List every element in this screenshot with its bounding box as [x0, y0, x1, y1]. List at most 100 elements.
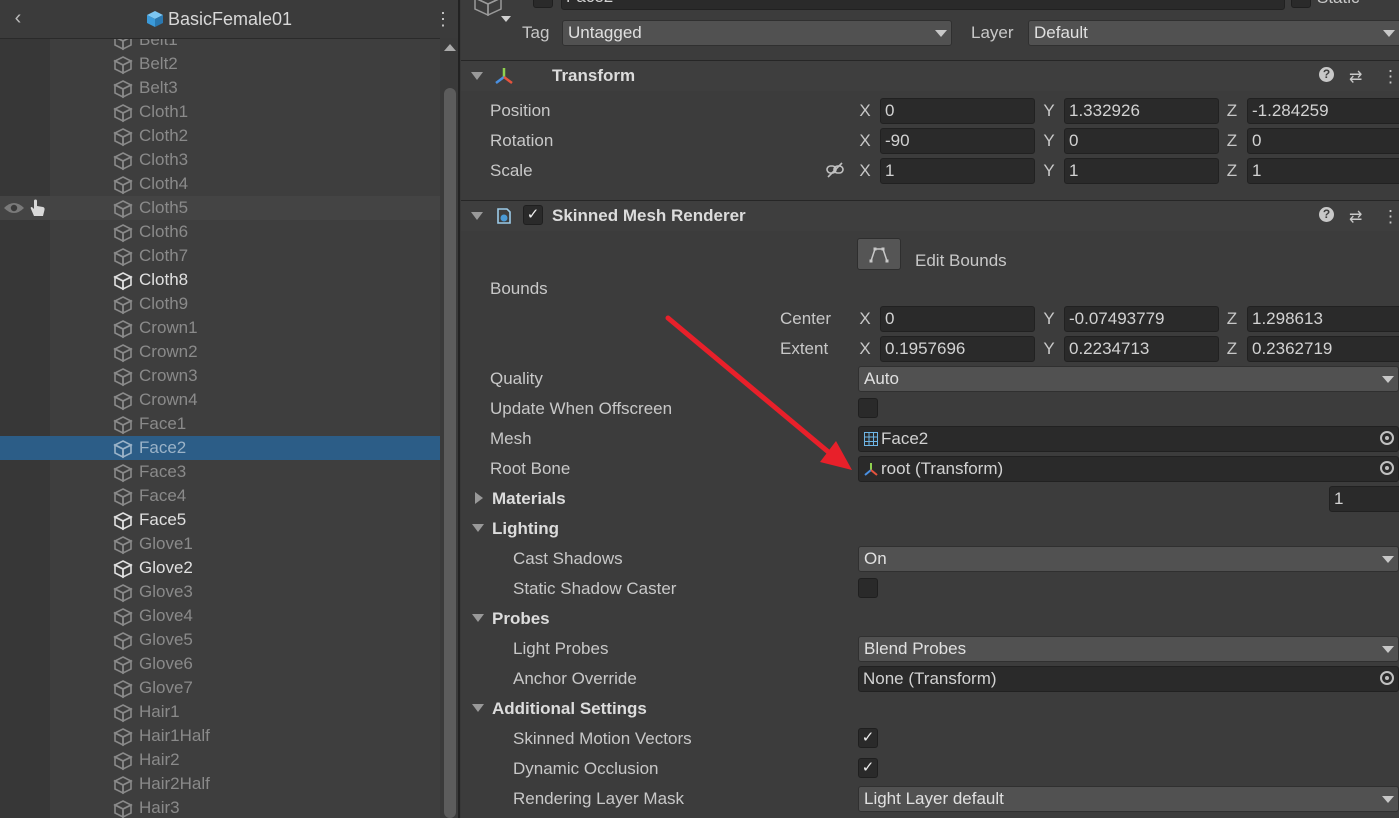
- transform-header[interactable]: Transform ? ⇄ ⋮: [461, 60, 1399, 91]
- hierarchy-item[interactable]: Cloth7: [0, 244, 440, 268]
- scale-x-field[interactable]: 1: [880, 158, 1035, 184]
- rotation-z-field[interactable]: 0: [1247, 128, 1399, 154]
- presets-icon[interactable]: ⇄: [1349, 67, 1362, 86]
- hierarchy-item[interactable]: Hair2Half: [0, 772, 440, 796]
- active-checkbox[interactable]: [533, 0, 553, 8]
- center-y-field[interactable]: -0.07493779: [1064, 306, 1219, 332]
- foldout-arrow-icon[interactable]: [471, 72, 483, 80]
- center-z-field[interactable]: 1.298613: [1247, 306, 1399, 332]
- hierarchy-item[interactable]: Belt2: [0, 52, 440, 76]
- gameobject-name-field[interactable]: Face2: [561, 0, 1285, 10]
- kebab-menu-icon[interactable]: ⋮: [434, 8, 452, 30]
- scale-y-field[interactable]: 1: [1064, 158, 1219, 184]
- object-picker-icon[interactable]: [1380, 671, 1394, 685]
- materials-count-field[interactable]: 1: [1329, 486, 1399, 512]
- dynamic-occlusion-checkbox[interactable]: ✓: [858, 758, 878, 778]
- hierarchy-item[interactable]: Glove7: [0, 676, 440, 700]
- foldout-arrow-icon[interactable]: [475, 492, 483, 504]
- hierarchy-item[interactable]: Glove4: [0, 604, 440, 628]
- additional-settings-label[interactable]: Additional Settings: [492, 699, 647, 719]
- scrollbar-thumb[interactable]: [444, 88, 456, 818]
- scroll-up-arrow-icon[interactable]: [444, 44, 456, 51]
- skinned-motion-checkbox[interactable]: ✓: [858, 728, 878, 748]
- help-icon[interactable]: ?: [1319, 207, 1334, 225]
- hierarchy-item[interactable]: Belt3: [0, 76, 440, 100]
- materials-label[interactable]: Materials: [492, 489, 566, 509]
- panel-divider[interactable]: [458, 0, 460, 818]
- root-bone-object-field[interactable]: root (Transform): [858, 456, 1399, 482]
- foldout-arrow-icon[interactable]: [472, 524, 484, 532]
- hierarchy-item[interactable]: Glove2: [0, 556, 440, 580]
- edit-bounds-button[interactable]: [857, 238, 901, 270]
- help-icon[interactable]: ?: [1319, 67, 1334, 85]
- hierarchy-item[interactable]: Crown4: [0, 388, 440, 412]
- extent-z-field[interactable]: 0.2362719: [1247, 336, 1399, 362]
- hierarchy-item[interactable]: Glove5: [0, 628, 440, 652]
- hierarchy-item[interactable]: Hair3: [0, 796, 440, 818]
- hierarchy-item[interactable]: Crown3: [0, 364, 440, 388]
- hierarchy-item[interactable]: Cloth5: [0, 196, 440, 220]
- mesh-object-field[interactable]: Face2: [858, 426, 1399, 452]
- light-probes-dropdown[interactable]: Blend Probes: [858, 636, 1399, 662]
- quality-dropdown[interactable]: Auto: [858, 366, 1399, 392]
- foldout-arrow-icon[interactable]: [472, 614, 484, 622]
- layer-dropdown[interactable]: Default: [1028, 20, 1399, 46]
- extent-y-field[interactable]: 0.2234713: [1064, 336, 1219, 362]
- hierarchy-item[interactable]: Face4: [0, 484, 440, 508]
- hierarchy-item[interactable]: Crown1: [0, 316, 440, 340]
- update-offscreen-checkbox[interactable]: [858, 398, 878, 418]
- extent-x-field[interactable]: 0.1957696: [880, 336, 1035, 362]
- gameobject-cube-icon: [113, 535, 133, 555]
- position-x-field[interactable]: 0: [880, 98, 1035, 124]
- static-checkbox[interactable]: [1291, 0, 1311, 8]
- hierarchy-item[interactable]: Face3: [0, 460, 440, 484]
- probes-label[interactable]: Probes: [492, 609, 550, 629]
- hierarchy-item[interactable]: Crown2: [0, 340, 440, 364]
- hierarchy-item[interactable]: Hair2: [0, 748, 440, 772]
- rotation-x-field[interactable]: -90: [880, 128, 1035, 154]
- kebab-menu-icon[interactable]: ⋮: [1382, 207, 1399, 226]
- kebab-menu-icon[interactable]: ⋮: [1382, 67, 1399, 86]
- hierarchy-item[interactable]: Face2: [0, 436, 440, 460]
- hierarchy-item[interactable]: Cloth9: [0, 292, 440, 316]
- hierarchy-item[interactable]: Cloth4: [0, 172, 440, 196]
- object-picker-icon[interactable]: [1380, 461, 1394, 475]
- center-x-field[interactable]: 0: [880, 306, 1035, 332]
- anchor-override-object-field[interactable]: None (Transform): [858, 666, 1399, 692]
- hierarchy-item[interactable]: Cloth6: [0, 220, 440, 244]
- hierarchy-item[interactable]: Face5: [0, 508, 440, 532]
- hierarchy-item[interactable]: Hair1: [0, 700, 440, 724]
- visibility-eye-icon[interactable]: [3, 200, 25, 216]
- constrain-proportions-icon[interactable]: [825, 161, 845, 179]
- pickable-hand-icon[interactable]: [27, 198, 47, 218]
- hierarchy-item[interactable]: Glove1: [0, 532, 440, 556]
- lighting-label[interactable]: Lighting: [492, 519, 559, 539]
- hierarchy-item[interactable]: Glove3: [0, 580, 440, 604]
- inspector-panel: Face2 Static Tag Untagged Layer Default …: [461, 0, 1399, 818]
- foldout-arrow-icon[interactable]: [471, 212, 483, 220]
- position-z-field[interactable]: -1.284259: [1247, 98, 1399, 124]
- hierarchy-item[interactable]: Hair1Half: [0, 724, 440, 748]
- hierarchy-item[interactable]: Face1: [0, 412, 440, 436]
- foldout-arrow-icon[interactable]: [472, 704, 484, 712]
- scale-z-field[interactable]: 1: [1247, 158, 1399, 184]
- cast-shadows-dropdown[interactable]: On: [858, 546, 1399, 572]
- rendering-layer-dropdown[interactable]: Light Layer default: [858, 786, 1399, 812]
- hierarchy-item[interactable]: Glove6: [0, 652, 440, 676]
- tag-dropdown[interactable]: Untagged: [562, 20, 952, 46]
- skinned-mesh-renderer-header[interactable]: ✓ Skinned Mesh Renderer ? ⇄ ⋮: [461, 200, 1399, 231]
- icon-dropdown-arrow-icon[interactable]: [501, 16, 511, 22]
- enabled-checkbox[interactable]: ✓: [523, 205, 543, 225]
- hierarchy-item[interactable]: Cloth1: [0, 100, 440, 124]
- hierarchy-item[interactable]: Cloth2: [0, 124, 440, 148]
- presets-icon[interactable]: ⇄: [1349, 207, 1362, 226]
- position-y-field[interactable]: 1.332926: [1064, 98, 1219, 124]
- hierarchy-scrollbar[interactable]: [440, 38, 460, 818]
- rotation-y-field[interactable]: 0: [1064, 128, 1219, 154]
- hierarchy-item[interactable]: Cloth3: [0, 148, 440, 172]
- object-picker-icon[interactable]: [1380, 431, 1394, 445]
- hierarchy-item[interactable]: Cloth8: [0, 268, 440, 292]
- position-y-axis: Y: [1043, 101, 1055, 120]
- static-shadow-checkbox[interactable]: [858, 578, 878, 598]
- back-arrow-icon[interactable]: ‹: [8, 6, 28, 30]
